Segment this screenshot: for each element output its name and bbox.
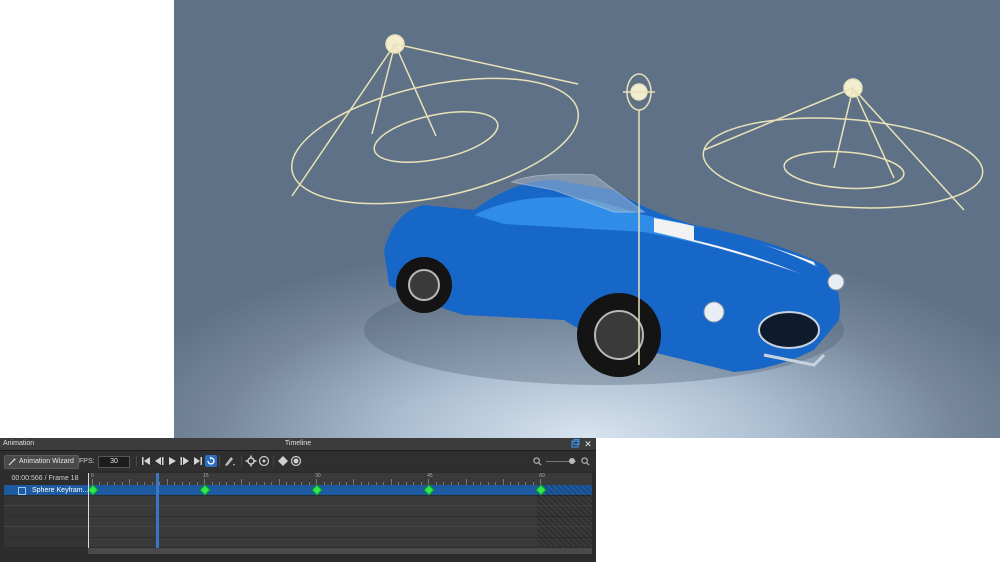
close-icon[interactable]: ✕ [583,439,593,449]
toolbar-divider [241,455,242,467]
wand-icon [8,458,16,466]
scene-render [290,34,984,385]
next-key-icon[interactable] [179,455,191,467]
track-label: Sphere Keyfram... [32,487,89,494]
gear-icon[interactable] [245,455,257,467]
panel-title-timeline: Timeline [284,440,312,447]
fps-label: FPS: [79,458,95,465]
zoom-in-icon[interactable] [581,457,590,466]
out-of-range-region [537,485,592,547]
toolbar-divider [136,455,137,467]
timeline-scrollbar[interactable] [88,548,592,554]
track-visibility-checkbox[interactable] [18,487,26,495]
toolbar-divider [273,455,274,467]
prev-key-icon[interactable] [153,455,165,467]
go-to-end-icon[interactable] [192,455,204,467]
key-filter-icon[interactable] [223,455,235,467]
zoom-out-icon[interactable] [533,457,542,466]
toolbar-divider [219,455,220,467]
3d-viewport[interactable] [174,0,1000,438]
time-display: 00:00:566 / Frame 18 [11,475,79,482]
spot-light-right [702,78,984,211]
ruler-label: 60 [539,473,545,479]
record-icon[interactable] [290,455,302,467]
playhead[interactable] [156,473,159,549]
animation-panel: Animation Timeline ✕ Animation Wizard FP… [0,438,596,562]
settings-icon[interactable] [258,455,270,467]
ruler-label: 45 [427,473,433,479]
ruler-label: 30 [315,473,321,479]
ruler-label: 0 [91,473,94,479]
animation-wizard-label: Animation Wizard [19,458,74,465]
ruler-label: 15 [203,473,209,479]
loop-icon[interactable] [205,455,217,467]
timeline-toolbar: Animation Wizard FPS: 30 [0,451,596,471]
add-key-icon[interactable] [277,455,289,467]
restore-icon[interactable] [570,439,580,449]
fps-input[interactable]: 30 [98,456,130,468]
play-icon[interactable] [166,455,178,467]
go-to-start-icon[interactable] [140,455,152,467]
animation-wizard-button[interactable]: Animation Wizard [4,455,79,469]
range-start-marker [88,473,89,553]
panel-titlebar[interactable]: Animation Timeline ✕ [0,438,596,451]
zoom-slider-handle[interactable] [569,458,575,464]
